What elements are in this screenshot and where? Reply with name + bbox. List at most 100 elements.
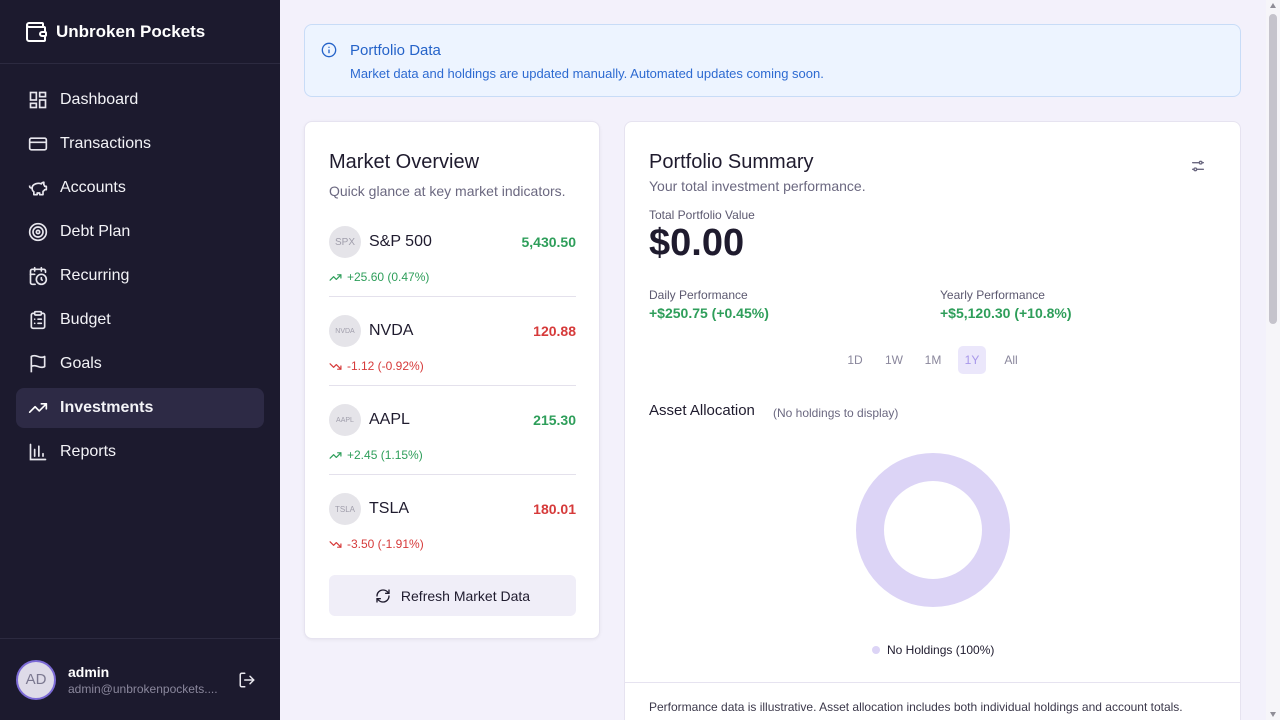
info-icon [321, 42, 337, 58]
ticker-name: TSLA [369, 500, 410, 517]
sidebar-item-investments[interactable]: Investments [16, 388, 264, 428]
range-1d[interactable]: 1D [841, 346, 869, 374]
logout-icon[interactable] [238, 671, 256, 689]
refresh-icon [376, 588, 390, 603]
ticker-price: 180.01 [533, 501, 576, 517]
sidebar-item-label: Transactions [60, 135, 151, 152]
avatar[interactable]: AD [16, 659, 56, 700]
sidebar-item-label: Reports [60, 443, 117, 460]
sidebar-item-reports[interactable]: Reports [16, 432, 264, 472]
portfolio-summary-subtitle: Your total investment performance. [649, 178, 866, 194]
sidebar-item-budget[interactable]: Budget [16, 300, 264, 340]
sidebar-item-goals[interactable]: Goals [16, 344, 264, 384]
ticker-badge: NVDA [329, 315, 361, 347]
asset-allocation-note: (No holdings to display) [773, 406, 899, 420]
ticker-price: 120.88 [533, 323, 576, 339]
piggy-bank-icon [28, 178, 48, 198]
range-1w[interactable]: 1W [880, 346, 908, 374]
ticker-price: 5,430.50 [521, 234, 577, 250]
trending-up-icon [28, 398, 48, 418]
clipboard-icon [28, 310, 48, 330]
range-1m[interactable]: 1M [919, 346, 947, 374]
ticker-row[interactable]: SPX S&P 500 5,430.50 +25.60 (0.47%) [329, 226, 576, 298]
total-value: $0.00 [649, 222, 745, 264]
ticker-name: NVDA [369, 322, 414, 339]
ticker-badge: TSLA [329, 493, 361, 525]
ticker-change-value: +25.60 (0.47%) [347, 270, 430, 284]
user-email: admin@unbrokenpockets.... [68, 681, 218, 696]
yearly-performance-value: +$5,120.30 (+10.8%) [940, 305, 1072, 321]
footnote: Performance data is illustrative. Asset … [649, 700, 1183, 714]
sidebar-item-recurring[interactable]: Recurring [16, 256, 264, 296]
ticker-change: +25.60 (0.47%) [329, 270, 429, 284]
ticker-change-value: +2.45 (1.15%) [347, 448, 423, 462]
sidebar-item-debt-plan[interactable]: Debt Plan [16, 212, 264, 252]
refresh-market-data-button[interactable]: Refresh Market Data [329, 575, 576, 616]
alert-title: Portfolio Data [350, 42, 441, 59]
ticker-change: -1.12 (-0.92%) [329, 359, 424, 373]
ticker-badge: SPX [329, 226, 361, 258]
sidebar-item-accounts[interactable]: Accounts [16, 168, 264, 208]
scroll-down-arrow-icon[interactable] [1269, 710, 1277, 718]
legend-dot [872, 646, 880, 654]
ticker-name: S&P 500 [369, 233, 432, 250]
flag-icon [28, 354, 48, 374]
user-info: admin admin@unbrokenpockets.... [68, 664, 228, 696]
daily-performance-label: Daily Performance [649, 288, 748, 302]
sidebar-item-transactions[interactable]: Transactions [16, 124, 264, 164]
allocation-donut-chart [856, 453, 1010, 607]
ticker-badge: AAPL [329, 404, 361, 436]
calendar-clock-icon [28, 266, 48, 286]
ticker-row[interactable]: AAPL AAPL 215.30 +2.45 (1.15%) [329, 404, 576, 476]
settings-sliders-icon[interactable] [1190, 158, 1206, 174]
range-1y[interactable]: 1Y [958, 346, 986, 374]
divider [329, 474, 576, 475]
asset-allocation-title: Asset Allocation [649, 402, 755, 419]
user-panel: AD admin admin@unbrokenpockets.... [0, 638, 280, 720]
time-range-selector: 1D 1W 1M 1Y All [841, 346, 1036, 374]
total-value-label: Total Portfolio Value [649, 208, 755, 222]
trend-down-icon [329, 362, 342, 370]
donut-slice-no-holdings[interactable] [856, 453, 1010, 607]
market-overview-subtitle: Quick glance at key market indicators. [329, 183, 566, 199]
sidebar-nav: Dashboard Transactions Accounts Debt Pla… [0, 64, 280, 472]
info-alert: Portfolio Data Market data and holdings … [304, 24, 1241, 97]
legend-label: No Holdings (100%) [887, 643, 995, 657]
trend-up-icon [329, 273, 342, 281]
ticker-row[interactable]: NVDA NVDA 120.88 -1.12 (-0.92%) [329, 315, 576, 387]
ticker-change-value: -1.12 (-0.92%) [347, 359, 424, 373]
trend-down-icon [329, 540, 342, 548]
divider [329, 296, 576, 297]
ticker-price: 215.30 [533, 412, 576, 428]
divider [625, 682, 1240, 683]
daily-performance-value: +$250.75 (+0.45%) [649, 305, 769, 321]
scrollbar-thumb[interactable] [1269, 14, 1277, 324]
portfolio-summary-title: Portfolio Summary [649, 151, 814, 173]
ticker-name: AAPL [369, 411, 410, 428]
main-content: Portfolio Data Market data and holdings … [280, 0, 1266, 720]
page-scrollbar[interactable] [1266, 0, 1280, 720]
scroll-up-arrow-icon[interactable] [1269, 2, 1277, 10]
alert-message: Market data and holdings are updated man… [350, 66, 824, 81]
wallet-icon [26, 21, 47, 42]
dashboard-icon [28, 90, 48, 110]
brand[interactable]: Unbroken Pockets [0, 0, 280, 64]
sidebar: Unbroken Pockets Dashboard Transactions … [0, 0, 280, 720]
refresh-label: Refresh Market Data [400, 587, 531, 604]
app-name: Unbroken Pockets [56, 21, 206, 41]
sidebar-item-label: Accounts [60, 179, 126, 196]
sidebar-item-dashboard[interactable]: Dashboard [16, 80, 264, 120]
ticker-change: -3.50 (-1.91%) [329, 537, 424, 551]
bar-chart-icon [28, 442, 48, 462]
range-all[interactable]: All [997, 346, 1025, 374]
sidebar-item-label: Investments [60, 399, 154, 416]
portfolio-summary-card: Portfolio Summary Your total investment … [624, 121, 1241, 720]
credit-card-icon [28, 134, 48, 154]
sidebar-item-label: Goals [60, 355, 102, 372]
user-name: admin [68, 663, 110, 680]
sidebar-item-label: Recurring [60, 267, 130, 284]
yearly-performance-label: Yearly Performance [940, 288, 1045, 302]
ticker-row[interactable]: TSLA TSLA 180.01 -3.50 (-1.91%) [329, 493, 576, 565]
target-icon [28, 222, 48, 242]
divider [329, 385, 576, 386]
